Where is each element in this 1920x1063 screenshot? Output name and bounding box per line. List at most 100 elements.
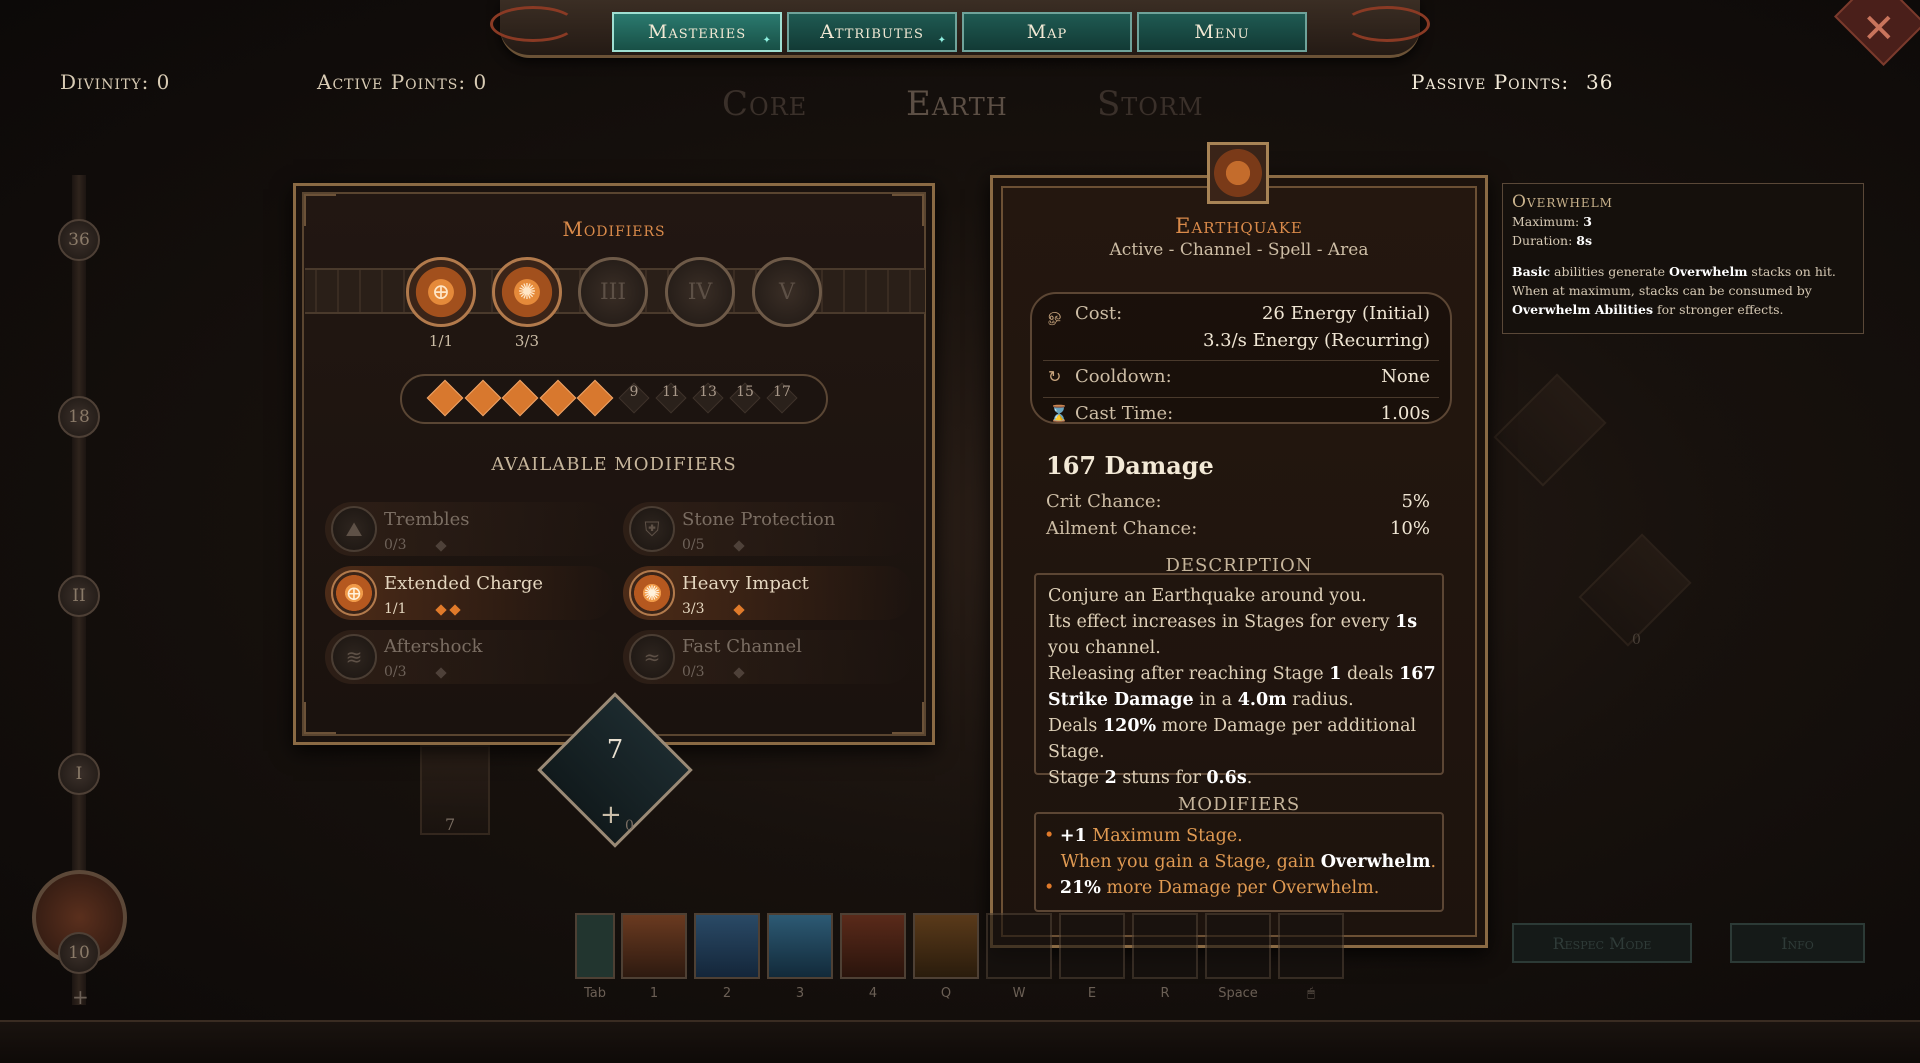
tab-label: Masteries: [647, 21, 747, 43]
divinity-counter: Divinity: 0: [60, 70, 171, 94]
divider: [1043, 397, 1439, 398]
panel-corner: [304, 702, 336, 734]
close-icon[interactable]: ✕: [1862, 6, 1896, 52]
cost-value-initial: 26 Energy (Initial): [1261, 303, 1430, 324]
hotbar-slot-tab[interactable]: [575, 913, 615, 979]
tree-tab-core[interactable]: Core: [722, 84, 807, 124]
tab-attributes[interactable]: Attributes ✦: [787, 12, 957, 52]
modifier-name: Aftershock: [384, 636, 483, 657]
background-node-count: 0: [1632, 632, 1641, 648]
hotbar-slot-q[interactable]: [913, 913, 979, 979]
skill-name: Earthquake: [1175, 214, 1303, 238]
modifier-name: Extended Charge: [384, 573, 544, 594]
slider-mark[interactable]: 10: [58, 932, 100, 974]
modifier-slot-4[interactable]: IV: [665, 257, 735, 327]
modifier-name: Stone Protection: [682, 509, 836, 530]
pip-number: 17: [773, 384, 791, 400]
hotbar-slot-space[interactable]: [1205, 913, 1271, 979]
modifier-slot-1[interactable]: ⊕: [406, 257, 476, 327]
tab-label: Menu: [1194, 21, 1250, 43]
tooltip-line-1: Basic abilities generate Overwhelm stack…: [1512, 264, 1836, 279]
tab-masteries[interactable]: Masteries ✦: [612, 12, 782, 52]
cost-label: Cost:: [1075, 303, 1123, 324]
sparkle-icon: ✦: [937, 35, 947, 46]
slider-mark[interactable]: 36: [58, 219, 100, 261]
modifier-count: 0/3: [384, 537, 407, 553]
slider-mark[interactable]: II: [58, 575, 100, 617]
hotkey-label: R: [1160, 986, 1170, 1001]
background-skill-node: [1493, 373, 1607, 487]
tab-label: Attributes: [820, 21, 924, 43]
crit-chance-label: Crit Chance:: [1046, 491, 1162, 512]
tab-map[interactable]: Map: [962, 12, 1132, 52]
hotkey-label: W: [1012, 986, 1026, 1001]
add-icon[interactable]: +: [72, 985, 89, 1009]
modifier-slot-2[interactable]: ✺: [492, 257, 562, 327]
cooldown-value: None: [1381, 366, 1430, 387]
damage-value: 167 Damage: [1046, 451, 1214, 480]
modifier-count: 0/3: [384, 664, 407, 680]
pip-number: 9: [629, 384, 639, 400]
hotkey-label: Q: [940, 986, 952, 1001]
hotbar-slot-r[interactable]: [1132, 913, 1198, 979]
pip-number: 13: [699, 384, 717, 400]
trembles-icon: ⛰: [331, 506, 377, 552]
hotbar-slot-3[interactable]: [767, 913, 833, 979]
hotkey-label: Space: [1218, 986, 1258, 1001]
bottom-frame: [0, 1020, 1920, 1063]
pip-number: 15: [736, 384, 754, 400]
hotkey-label: E: [1087, 986, 1097, 1001]
respec-mode-button[interactable]: Respec Mode: [1512, 923, 1692, 963]
skill-tags: Active - Channel - Spell - Area: [1109, 240, 1369, 260]
overwhelm-tooltip: Overwhelm Maximum: 3 Duration: 8s Basic …: [1502, 183, 1864, 334]
passive-points-label: Passive Points:: [1411, 70, 1570, 94]
slider-mark[interactable]: I: [58, 753, 100, 795]
hourglass-icon: ⌛: [1049, 404, 1069, 423]
modifier-slot-5[interactable]: V: [752, 257, 822, 327]
background-skill-node: [1578, 533, 1692, 647]
impact-icon: ✺: [517, 279, 537, 305]
crit-chance-value: 5%: [1401, 491, 1430, 512]
tab-menu[interactable]: Menu: [1137, 12, 1307, 52]
tab-label: Map: [1026, 21, 1068, 43]
tooltip-title: Overwhelm: [1512, 192, 1613, 212]
tooltip-line-2: When at maximum, stacks can be consumed …: [1512, 283, 1812, 317]
point-count: 0: [625, 818, 634, 834]
pip-number: 11: [662, 384, 680, 400]
modifier-count: 1/1: [384, 601, 407, 617]
available-modifiers-title: AVAILABLE MODIFIERS: [491, 454, 737, 475]
slot-count: 3/3: [514, 332, 540, 350]
hotkey-label: 4: [868, 986, 878, 1001]
hotkey-label: 2: [722, 986, 732, 1001]
hotkey-label: Tab: [583, 986, 606, 1001]
hotbar-slot-e[interactable]: [1059, 913, 1125, 979]
add-point-icon[interactable]: +: [600, 800, 622, 830]
info-button[interactable]: Info: [1730, 923, 1865, 963]
modifier-progress-track: [400, 374, 828, 424]
tree-tab-storm[interactable]: Storm: [1097, 84, 1204, 124]
hotkey-label: 3: [795, 986, 805, 1001]
tree-tab-earth[interactable]: Earth: [906, 84, 1008, 124]
slider-mark[interactable]: 18: [58, 396, 100, 438]
modifier-name: Trembles: [384, 509, 470, 530]
modifier-slot-3[interactable]: III: [578, 257, 648, 327]
skill-modifiers-list: • +1 Maximum Stage. When you gain a Stag…: [1044, 826, 1437, 898]
hotbar-slot-4[interactable]: [840, 913, 906, 979]
hotbar-slot-w[interactable]: [986, 913, 1052, 979]
panel-corner: [892, 702, 924, 734]
modifier-count: 0/3: [682, 664, 705, 680]
earthquake-icon: [1207, 142, 1269, 204]
cooldown-label: Cooldown:: [1075, 366, 1172, 387]
hotbar-slot-mouse[interactable]: [1278, 913, 1344, 979]
cast-time-value: 1.00s: [1380, 403, 1430, 424]
aftershock-icon: ≋: [331, 634, 377, 680]
hotbar-slot-2[interactable]: [694, 913, 760, 979]
hotbar-slot-1[interactable]: [621, 913, 687, 979]
active-points-counter: Active Points: 0: [317, 70, 488, 94]
skill-description: Conjure an Earthquake around you. Its ef…: [1048, 586, 1436, 788]
hotkey-label: 1: [649, 986, 659, 1001]
cooldown-icon: ↻: [1048, 367, 1062, 386]
ailment-chance-label: Ailment Chance:: [1046, 518, 1198, 539]
channel-icon: ≈: [629, 634, 675, 680]
mouse-icon: 🖱: [1307, 986, 1315, 1001]
